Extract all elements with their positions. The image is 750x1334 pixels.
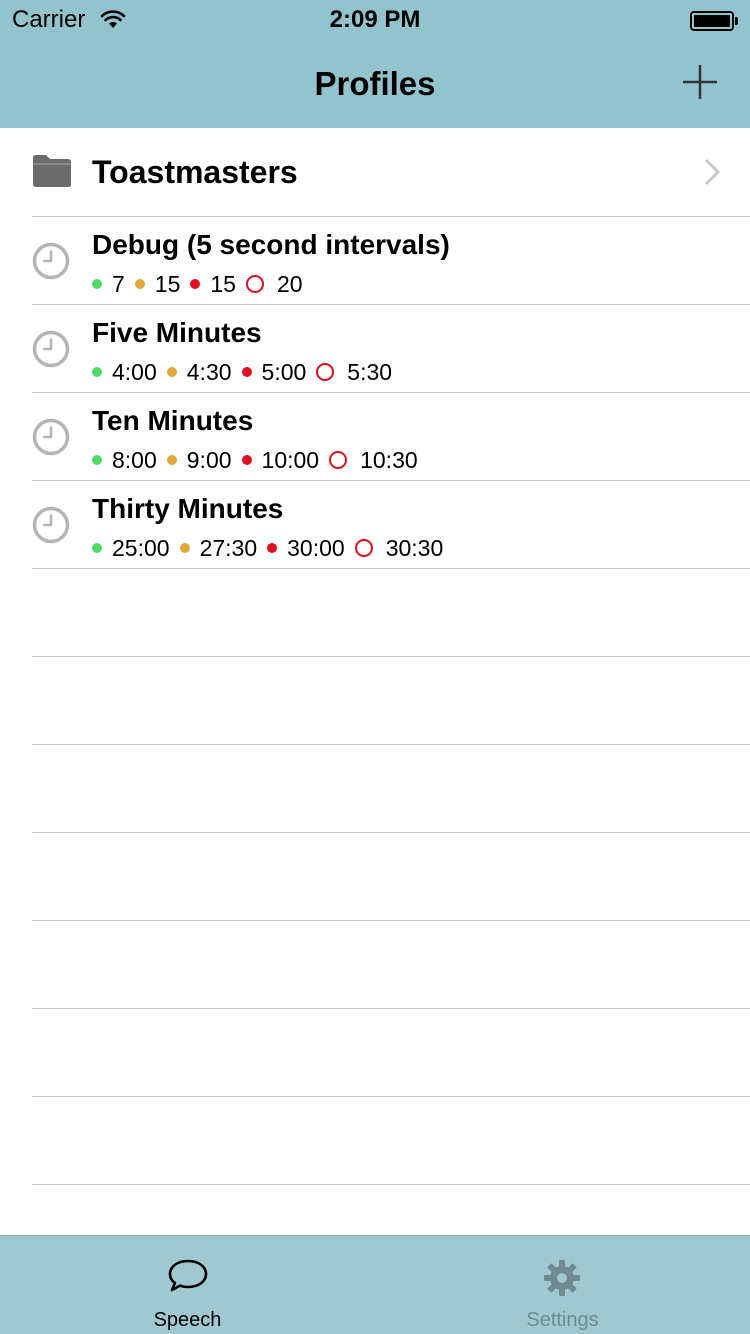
green-dot-icon [92, 543, 102, 553]
red-time: 30:00 [287, 535, 345, 561]
profile-row[interactable]: Five Minutes 4:00 4:30 5:00 5:30 [0, 305, 750, 392]
battery-icon [690, 11, 738, 31]
add-profile-button[interactable] [680, 62, 720, 102]
yellow-time: 15 [154, 271, 181, 297]
red-dot-icon [241, 455, 252, 465]
over-time: 5:30 [347, 359, 393, 385]
red-time: 15 [210, 271, 236, 297]
status-time: 2:09 PM [329, 6, 421, 33]
red-ring-icon [329, 451, 348, 469]
green-dot-icon [92, 455, 102, 465]
profile-row[interactable]: Ten Minutes 8:00 9:00 10:00 10:30 [0, 393, 750, 480]
over-time: 10:30 [360, 447, 418, 473]
profile-title: Debug (5 second intervals) [92, 229, 450, 260]
red-dot-icon [267, 543, 278, 553]
yellow-dot-icon [166, 367, 177, 377]
folder-label: Toastmasters [92, 154, 298, 190]
speech-bubble-icon [167, 1258, 209, 1299]
profile-times: 7 15 15 20 [92, 269, 313, 299]
red-ring-icon [316, 363, 335, 381]
clock-icon [32, 506, 70, 549]
status-bar: Carrier 2:09 PM [0, 0, 750, 40]
green-time: 4:00 [112, 359, 157, 385]
profiles-list[interactable]: Toastmasters Debug (5 second intervals) 7… [0, 128, 750, 1235]
over-time: 20 [276, 271, 303, 297]
folder-row-toastmasters[interactable]: Toastmasters [0, 128, 750, 216]
yellow-dot-icon [134, 279, 145, 289]
yellow-dot-icon [179, 543, 190, 553]
clock-icon [32, 330, 70, 373]
profile-row[interactable]: Debug (5 second intervals) 7 15 15 20 [0, 217, 750, 304]
tab-settings-label: Settings [526, 1309, 599, 1331]
green-time: 7 [112, 271, 125, 297]
tab-speech[interactable]: Speech [0, 1236, 375, 1334]
green-time: 25:00 [112, 535, 170, 561]
tab-bar: Speech Settings [0, 1235, 750, 1334]
profile-row[interactable]: Thirty Minutes 25:00 27:30 30:00 30:30 [0, 481, 750, 568]
profile-title: Ten Minutes [92, 405, 254, 436]
yellow-time: 4:30 [186, 359, 232, 385]
tab-settings[interactable]: Settings [375, 1236, 750, 1334]
yellow-time: 27:30 [199, 535, 258, 561]
green-time: 8:00 [112, 447, 157, 473]
clock-icon [32, 418, 70, 461]
chevron-right-icon [704, 158, 721, 191]
profile-title: Thirty Minutes [92, 493, 284, 524]
yellow-dot-icon [166, 455, 177, 465]
green-dot-icon [92, 279, 102, 289]
over-time: 30:30 [385, 535, 444, 561]
gear-icon [542, 1258, 582, 1303]
profile-times: 4:00 4:30 5:00 5:30 [92, 357, 402, 387]
tab-speech-label: Speech [153, 1309, 222, 1331]
folder-icon [32, 154, 72, 193]
red-ring-icon [354, 539, 373, 557]
green-dot-icon [92, 367, 102, 377]
plus-icon [683, 65, 717, 99]
red-dot-icon [241, 367, 252, 377]
profile-title: Five Minutes [92, 317, 262, 348]
red-ring-icon [245, 275, 264, 293]
yellow-time: 9:00 [186, 447, 232, 473]
red-time: 5:00 [261, 359, 307, 385]
red-time: 10:00 [261, 447, 320, 473]
profile-times: 25:00 27:30 30:00 30:30 [92, 533, 453, 563]
red-dot-icon [190, 279, 201, 289]
profile-times: 8:00 9:00 10:00 10:30 [92, 445, 428, 475]
navigation-bar: Carrier 2:09 PM Profiles [0, 0, 750, 128]
clock-icon [32, 242, 70, 285]
page-title: Profiles [314, 65, 436, 102]
